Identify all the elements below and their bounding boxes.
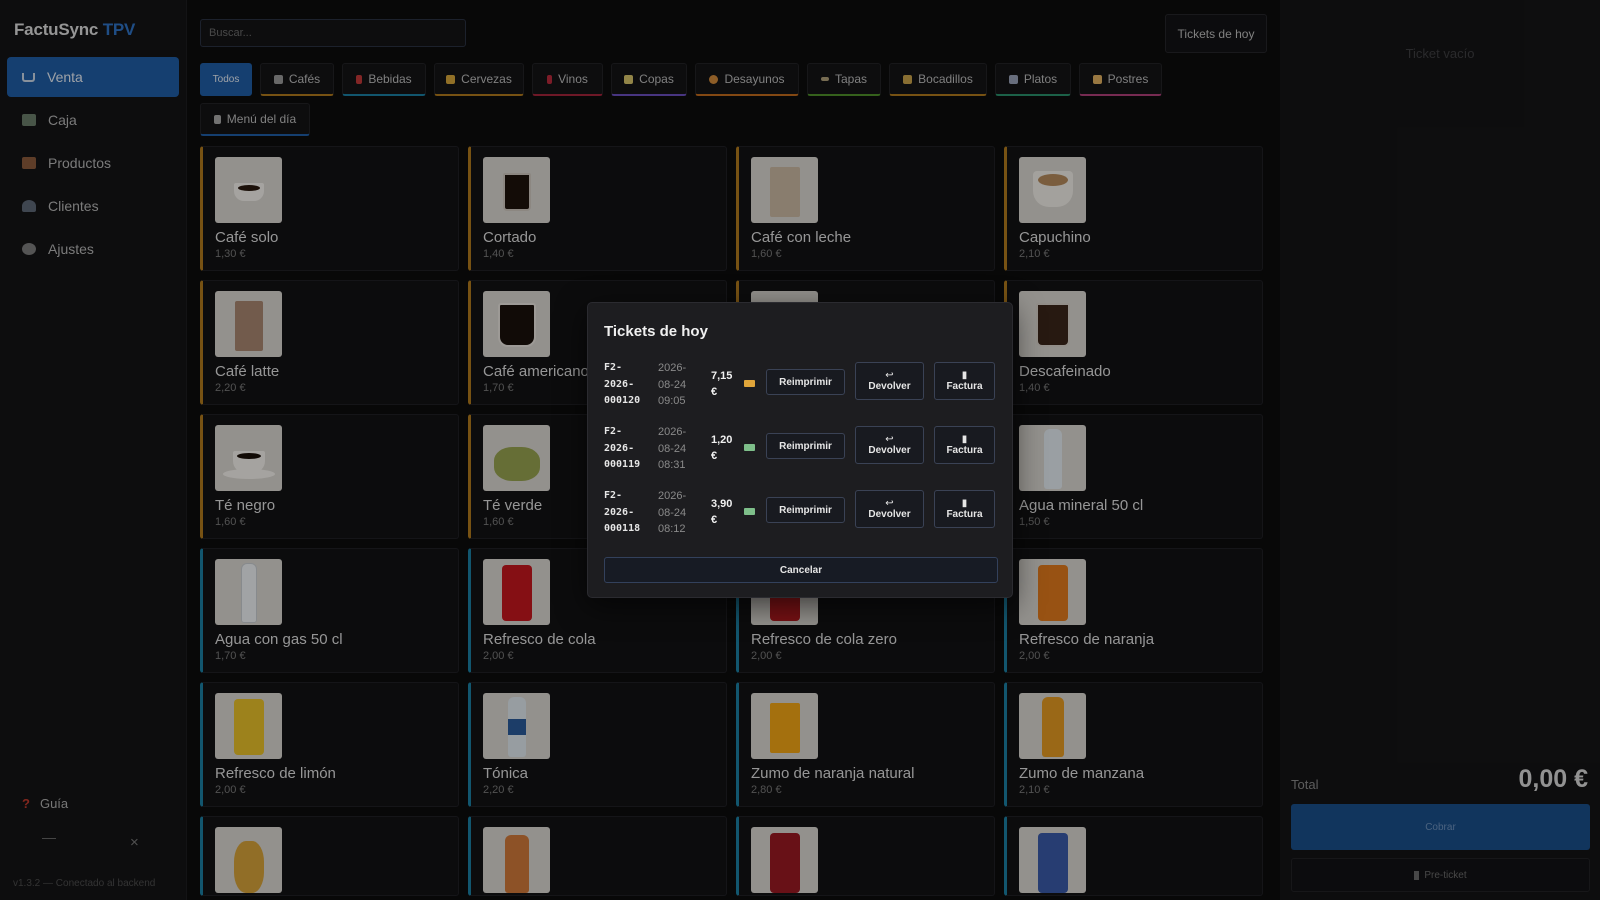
refund-button[interactable]: ↩ Devolver — [855, 362, 924, 400]
modal-title: Tickets de hoy — [604, 323, 708, 340]
reprint-button[interactable]: Reimprimir — [766, 369, 845, 395]
ticket-datetime: 2026- 08-24 08:12 — [658, 490, 687, 535]
ticket-number: F2- 2026- 000118 — [604, 490, 641, 534]
cash-payment-icon — [744, 444, 755, 451]
ticket-amount: 7,15 € — [711, 370, 733, 398]
ticket-amount: 3,90 € — [711, 498, 733, 526]
return-arrow-icon: ↩ — [885, 434, 894, 445]
invoice-button[interactable]: ▮ Factura — [934, 490, 995, 528]
ticket-datetime: 2026- 08-24 08:31 — [658, 426, 687, 471]
ticket-number: F2- 2026- 000119 — [604, 426, 641, 470]
tickets-today-modal: Tickets de hoy F2- 2026- 000120 2026- 08-24… — [587, 302, 1013, 598]
card-payment-icon — [744, 380, 755, 387]
cash-payment-icon — [744, 508, 755, 515]
ticket-amount: 1,20 € — [711, 434, 733, 462]
return-arrow-icon: ↩ — [885, 370, 894, 381]
refund-button[interactable]: ↩ Devolver — [855, 490, 924, 528]
return-arrow-icon: ↩ — [885, 498, 894, 509]
invoice-button[interactable]: ▮ Factura — [934, 426, 995, 464]
ticket-number: F2- 2026- 000120 — [604, 362, 641, 406]
ticket-row: F2- 2026- 000120 2026- 08-24 09:05 7,15 € Rei… — [604, 360, 1000, 410]
ticket-row: F2- 2026- 000118 2026- 08-24 08:12 3,90 € Rei… — [604, 488, 1000, 538]
document-icon: ▮ — [961, 498, 968, 509]
reprint-button[interactable]: Reimprimir — [766, 433, 845, 459]
invoice-button[interactable]: ▮ Factura — [934, 362, 995, 400]
document-icon: ▮ — [961, 434, 968, 445]
tpv-app: FactuSync TPV Venta Caja Productos Clien… — [0, 0, 1600, 900]
reprint-button[interactable]: Reimprimir — [766, 497, 845, 523]
refund-button[interactable]: ↩ Devolver — [855, 426, 924, 464]
ticket-datetime: 2026- 08-24 09:05 — [658, 362, 687, 407]
document-icon: ▮ — [961, 370, 968, 381]
ticket-row: F2- 2026- 000119 2026- 08-24 08:31 1,20 € Rei… — [604, 424, 1000, 474]
cancel-button[interactable]: Cancelar — [604, 557, 998, 583]
